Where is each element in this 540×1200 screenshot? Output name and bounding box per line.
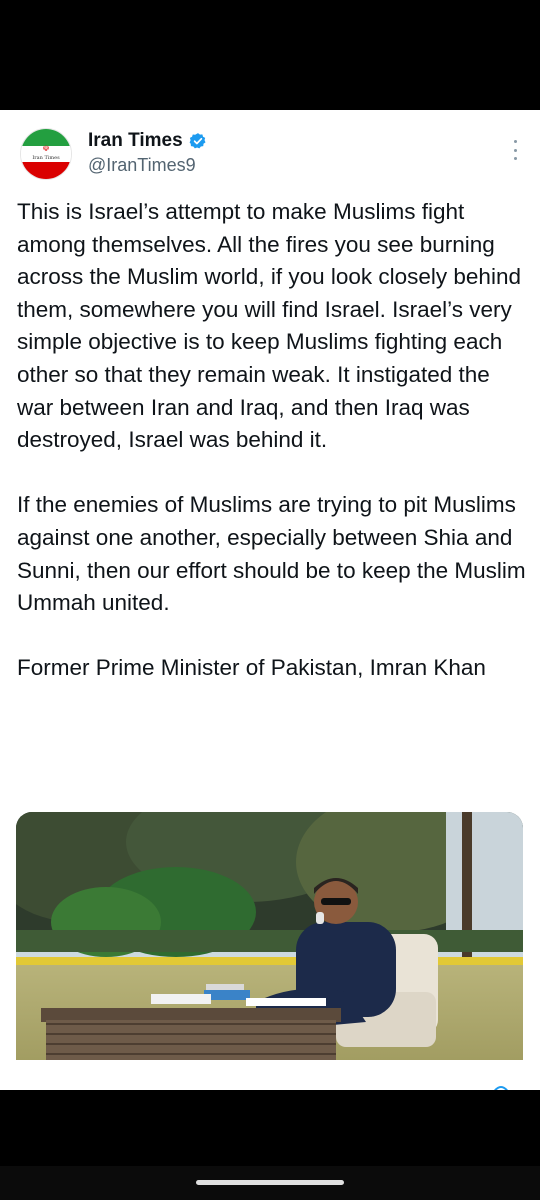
verified-badge-icon	[189, 133, 206, 149]
tweet-header: ☫ Iran Times Iran Times @IranTimes9	[0, 110, 540, 190]
tweet-card[interactable]: ☫ Iran Times Iran Times @IranTimes9 This…	[0, 110, 540, 1090]
name-row: Iran Times	[88, 130, 207, 152]
iran-flag-avatar-icon: ☫ Iran Times	[21, 129, 71, 179]
tweet-media-photo[interactable]	[16, 812, 523, 1060]
display-name[interactable]: Iran Times	[88, 130, 183, 152]
tweet-text: This is Israel’s attempt to make Muslims…	[17, 196, 527, 685]
tweet-actions	[0, 1070, 540, 1090]
share-icon[interactable]	[490, 1082, 512, 1090]
tweet-paragraph: This is Israel’s attempt to make Muslims…	[17, 199, 521, 453]
more-vertical-icon[interactable]	[512, 140, 518, 160]
avatar[interactable]: ☫ Iran Times	[20, 128, 72, 180]
tweet-paragraph: Former Prime Minister of Pakistan, Imran…	[17, 655, 486, 681]
user-handle[interactable]: @IranTimes9	[88, 155, 196, 176]
status-bar-area	[0, 0, 540, 110]
tweet-paragraph: If the enemies of Muslims are trying to …	[17, 492, 526, 616]
svg-text:Iran Times: Iran Times	[32, 155, 60, 161]
home-indicator[interactable]	[196, 1180, 344, 1185]
svg-text:☫: ☫	[42, 144, 49, 153]
photo-scene	[16, 812, 523, 1060]
